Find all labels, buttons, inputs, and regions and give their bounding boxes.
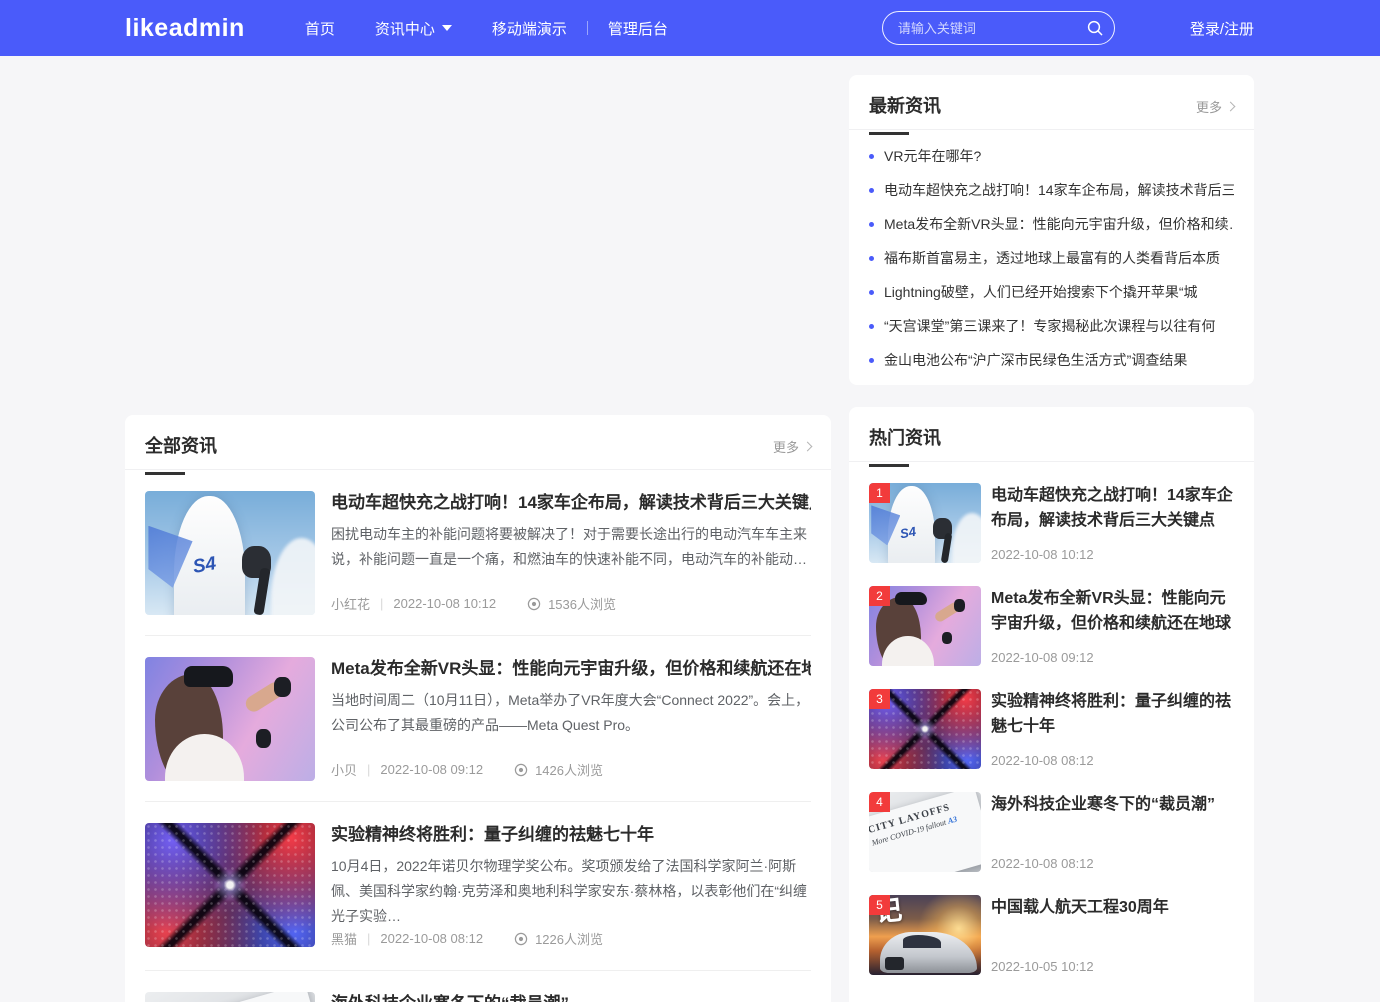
hot-news-title[interactable]: 实验精神终将胜利：量子纠缠的祛魅七十年	[991, 689, 1234, 739]
hot-news-date: 2022-10-08 09:12	[991, 650, 1234, 666]
article-title[interactable]: 实验精神终将胜利：量子纠缠的祛魅七十年	[331, 823, 811, 847]
all-news-header: 全部资讯 更多	[125, 415, 831, 470]
article-views: 1536人浏览	[526, 594, 616, 613]
hot-news-header: 热门资讯	[849, 407, 1254, 462]
eye-icon	[513, 931, 529, 947]
list-item[interactable]: VR元年在哪年?	[869, 149, 1234, 163]
section-title-all-news: 全部资讯	[145, 432, 217, 475]
bullet-dot	[869, 256, 874, 261]
hot-news-item[interactable]: 1 S4 电动车超快充之战打响！14家车企布局，解读技术背后三大关键点 2022…	[869, 483, 1234, 563]
nav-item-mobile-demo[interactable]: 移动端演示	[472, 18, 587, 39]
bullet-dot	[869, 290, 874, 295]
eye-icon	[513, 762, 529, 778]
list-item[interactable]: Lightning破壁，人们已经开始搜索下个撬开苹果“城	[869, 285, 1234, 299]
bullet-dot	[869, 358, 874, 363]
article-date: 2022-10-08 08:12	[380, 931, 483, 946]
latest-news-card: 最新资讯 更多 VR元年在哪年? 电动车超快充之战打响！14家车企布局，解读技术…	[849, 75, 1254, 385]
hot-news-title[interactable]: 海外科技企业寒冬下的“裁员潮”	[991, 792, 1234, 817]
article-meta: 小红花 | 2022-10-08 10:12 1536人浏览	[331, 594, 811, 615]
hot-news-list: 1 S4 电动车超快充之战打响！14家车企布局，解读技术背后三大关键点 2022…	[849, 462, 1254, 975]
article-title[interactable]: 电动车超快充之战打响！14家车企布局，解读技术背后三大关键点	[331, 491, 811, 515]
rank-badge: 3	[869, 689, 890, 709]
hot-news-date: 2022-10-08 08:12	[991, 856, 1234, 872]
article-row[interactable]: 实验精神终将胜利：量子纠缠的祛魅七十年 10月4日，2022年诺贝尔物理学奖公布…	[145, 802, 811, 971]
hot-news-title[interactable]: 中国载人航天工程30周年	[991, 895, 1234, 920]
nav-item-home[interactable]: 首页	[285, 18, 355, 39]
section-title-hot-news: 热门资讯	[869, 424, 941, 467]
hot-news-item[interactable]: 3 实验精神终将胜利：量子纠缠的祛魅七十年 2022-10-08 08:12	[869, 689, 1234, 769]
nav-item-admin[interactable]: 管理后台	[588, 18, 688, 39]
hot-news-item[interactable]: 4 CITY LAYOFFS More COVID-19 fallout A3 …	[869, 792, 1234, 872]
article-date: 2022-10-08 10:12	[393, 596, 496, 611]
article-description: 困扰电动车主的补能问题将要被解决了！对于需要长途出行的电动汽车车主来说，补能问题…	[331, 522, 811, 572]
hot-news-date: 2022-10-05 10:12	[991, 959, 1234, 975]
list-item[interactable]: Meta发布全新VR头显：性能向元宇宙升级，但价格和续…还	[869, 217, 1234, 231]
list-item[interactable]: 福布斯首富易主，透过地球上最富有的人类看背后本质	[869, 251, 1234, 265]
article-views: 1226人浏览	[513, 929, 603, 948]
hot-news-card: 热门资讯 1 S4 电动车超快充之战打响！14家车企布局，解读技术背后三大关键点…	[849, 407, 1254, 1002]
hot-news-date: 2022-10-08 08:12	[991, 753, 1234, 769]
bullet-dot	[869, 324, 874, 329]
list-item[interactable]: 金山电池公布“沪广深市民绿色生活方式”调查结果	[869, 353, 1234, 367]
vr-headset-thumbnail: 2	[869, 586, 981, 666]
article-author: 小红花	[331, 594, 370, 613]
search-icon[interactable]	[1086, 19, 1104, 42]
list-item[interactable]: “天宫课堂”第三课来了！专家揭秘此次课程与以往有何	[869, 319, 1234, 333]
hot-news-title[interactable]: Meta发布全新VR头显：性能向元宇宙升级，但价格和续航还在地球	[991, 586, 1234, 636]
latest-news-header: 最新资讯 更多	[849, 75, 1254, 130]
article-title[interactable]: 海外科技企业寒冬下的“裁员潮”	[331, 992, 811, 1002]
latest-news-more-link[interactable]: 更多	[1196, 97, 1234, 116]
rank-badge: 4	[869, 792, 890, 812]
logo[interactable]: likeadmin	[125, 14, 245, 43]
rank-badge: 5	[869, 895, 890, 915]
chevron-right-icon	[803, 441, 813, 451]
search-input[interactable]	[882, 11, 1115, 45]
list-item[interactable]: 电动车超快充之战打响！14家车企布局，解读技术背后三…	[869, 183, 1234, 197]
bullet-dot	[869, 188, 874, 193]
hot-news-item[interactable]: 2 Meta发布全新VR头显：性能向元宇宙升级，但价格和续航还在地球 2022-…	[869, 586, 1234, 666]
article-row[interactable]: CITY LAYOFFS More COVID-19 fallout A3 海外…	[145, 971, 811, 1002]
layoffs-thumbnail: 4 CITY LAYOFFS More COVID-19 fallout A3	[869, 792, 981, 872]
article-row[interactable]: S4 电动车超快充之战打响！14家车企布局，解读技术背后三大关键点 困扰电动车主…	[145, 470, 811, 636]
rank-badge: 2	[869, 586, 890, 606]
article-author: 黑猫	[331, 929, 357, 948]
search-box	[882, 11, 1115, 45]
main-column: 全部资讯 更多 S4 电动车超快充之战打响！14家车企布局，解读技术背后三大关键…	[125, 56, 831, 1002]
hot-news-title[interactable]: 电动车超快充之战打响！14家车企布局，解读技术背后三大关键点	[991, 483, 1234, 533]
layoffs-thumbnail: CITY LAYOFFS More COVID-19 fallout A3	[145, 992, 315, 1002]
chevron-right-icon	[1226, 101, 1236, 111]
latest-news-list: VR元年在哪年? 电动车超快充之战打响！14家车企布局，解读技术背后三… Met…	[849, 130, 1254, 385]
quantum-thumbnail: 3	[869, 689, 981, 769]
chevron-down-icon	[442, 25, 452, 31]
article-row[interactable]: Meta发布全新VR头显：性能向元宇宙升级，但价格和续航还在地球 当地时间周二（…	[145, 636, 811, 802]
eye-icon	[526, 596, 542, 612]
nav-item-news-center[interactable]: 资讯中心	[355, 18, 472, 39]
quantum-thumbnail	[145, 823, 315, 947]
article-title[interactable]: Meta发布全新VR头显：性能向元宇宙升级，但价格和续航还在地球	[331, 657, 811, 681]
ev-charging-thumbnail: S4	[145, 491, 315, 615]
article-views: 1426人浏览	[513, 760, 603, 779]
article-description: 当地时间周二（10月11日），Meta举办了VR年度大会“Connect 202…	[331, 688, 811, 738]
section-title-latest-news: 最新资讯	[869, 92, 941, 135]
login-register-link[interactable]: 登录/注册	[1190, 18, 1254, 39]
article-author: 小贝	[331, 760, 357, 779]
article-date: 2022-10-08 09:12	[380, 762, 483, 777]
side-column: 最新资讯 更多 VR元年在哪年? 电动车超快充之战打响！14家车企布局，解读技术…	[849, 56, 1254, 1002]
bullet-dot	[869, 154, 874, 159]
top-navbar: likeadmin 首页 资讯中心 移动端演示 管理后台 登录/注册	[0, 0, 1380, 56]
hot-news-item[interactable]: 5 记 中国载人航天工程30周年 2022-10-05 10:12	[869, 895, 1234, 975]
bullet-dot	[869, 222, 874, 227]
ev-charging-thumbnail: 1 S4	[869, 483, 981, 563]
page-body: 全部资讯 更多 S4 电动车超快充之战打响！14家车企布局，解读技术背后三大关键…	[0, 56, 1380, 1002]
rank-badge: 1	[869, 483, 890, 503]
article-description: 10月4日，2022年诺贝尔物理学奖公布。奖项颁发给了法国科学家阿兰·阿斯佩、美…	[331, 854, 811, 929]
vr-headset-thumbnail	[145, 657, 315, 781]
all-news-more-link[interactable]: 更多	[773, 437, 811, 456]
hot-news-date: 2022-10-08 10:12	[991, 547, 1234, 563]
main-nav: 首页 资讯中心 移动端演示 管理后台	[285, 18, 688, 39]
article-meta: 小贝 | 2022-10-08 09:12 1426人浏览	[331, 760, 811, 781]
all-news-card: 全部资讯 更多 S4 电动车超快充之战打响！14家车企布局，解读技术背后三大关键…	[125, 415, 831, 1002]
article-meta: 黑猫 | 2022-10-08 08:12 1226人浏览	[331, 929, 811, 950]
car-sunset-thumbnail: 5 记	[869, 895, 981, 975]
